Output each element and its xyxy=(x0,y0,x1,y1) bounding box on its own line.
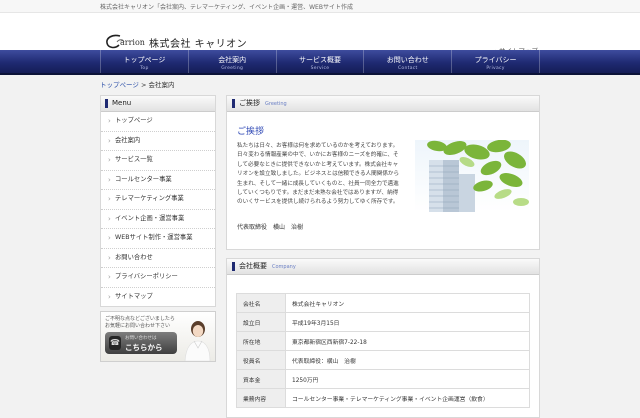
logo-text-en: arrion xyxy=(120,37,145,47)
sidebar-item-event[interactable]: イベント企画・運営事業 xyxy=(101,210,215,229)
breadcrumb-current: 会社案内 xyxy=(148,81,175,89)
greeting-body: 私たちは日々、お客様は何を求めているのかを考えております。日々変わる情報産業の中… xyxy=(237,143,400,206)
global-nav: トップページ Top 会社案内 Greeting サービス概要 Service お問い… xyxy=(0,50,640,75)
table-row: 役員名 代表取締役：横山 治樹 xyxy=(236,350,530,370)
operator-illustration xyxy=(184,321,211,361)
contact-banner-button[interactable]: ☎ お問い合わせは こちらから xyxy=(105,332,177,354)
site-header: arrion 株式会社 キャリオン ›サイトマップ xyxy=(0,13,640,55)
sidebar-item-callcenter[interactable]: コールセンター事業 xyxy=(101,171,215,190)
breadcrumb: トップページ > 会社案内 xyxy=(100,79,174,89)
sidebar-item-services[interactable]: サービス一覧 xyxy=(101,151,215,171)
company-section-title: 会社概要 xyxy=(239,262,267,270)
sidebar-menu-title: Menu xyxy=(101,96,215,112)
nav-item-service[interactable]: サービス概要 Service xyxy=(275,50,364,73)
table-row: 会社名 株式会社キャリオン xyxy=(236,293,530,313)
greeting-heading: ご挨拶 xyxy=(237,127,265,137)
contact-banner[interactable]: ご不明な点などございましたら お気軽にお問い合わせ下さい ☎ お問い合わせは こ… xyxy=(100,311,216,362)
building-photo xyxy=(415,140,529,212)
sidebar-menu: Menu トップページ 会社案内 サービス一覧 コールセンター事業 テレマーケテ… xyxy=(100,95,216,307)
banner-line-1: ご不明な点などございましたら xyxy=(105,316,175,322)
sidebar-item-privacy[interactable]: プライバシーポリシー xyxy=(101,268,215,288)
sidebar-item-company[interactable]: 会社案内 xyxy=(101,132,215,151)
sidebar-item-telemarketing[interactable]: テレマーケティング事業 xyxy=(101,190,215,210)
company-table: 会社名 株式会社キャリオン 設立日 平成19年3月15日 所在地 東京都新宿区西新宿7… xyxy=(236,293,530,408)
site-tagline: 株式会社キャリオン「会社案内、テレマーケティング、イベント企画・運営、WEBサイ… xyxy=(100,4,353,11)
banner-button-small: お問い合わせは xyxy=(125,336,157,341)
nav-item-company[interactable]: 会社案内 Greeting xyxy=(187,50,276,73)
sidebar-item-web[interactable]: WEBサイト制作・運営事業 xyxy=(101,229,215,249)
banner-button-big: こちらから xyxy=(125,343,163,352)
top-strip: 株式会社キャリオン「会社案内、テレマーケティング、イベント企画・運営、WEBサイ… xyxy=(0,0,640,13)
table-row: 資本金 1250万円 xyxy=(236,369,530,389)
table-row: 設立日 平成19年3月15日 xyxy=(236,312,530,332)
sidebar-item-top[interactable]: トップページ xyxy=(101,112,215,132)
breadcrumb-home-link[interactable]: トップページ xyxy=(100,81,139,89)
nav-item-top[interactable]: トップページ Top xyxy=(100,50,188,73)
sidebar-item-sitemap[interactable]: サイトマップ xyxy=(101,288,215,307)
table-row: 所在地 東京都新宿区西新宿7-22-18 xyxy=(236,331,530,351)
greeting-section: ご挨拶 Greeting ご挨拶 私たちは日々、お客様は何を求めているのかを考えて… xyxy=(226,95,540,250)
logo-text-jp: 株式会社 キャリオン xyxy=(148,38,248,50)
banner-line-2: お気軽にお問い合わせ下さい xyxy=(105,323,171,329)
logo[interactable]: arrion 株式会社 キャリオン xyxy=(104,33,247,51)
greeting-section-header: ご挨拶 Greeting xyxy=(227,96,539,112)
sidebar: Menu トップページ 会社案内 サービス一覧 コールセンター事業 テレマーケテ… xyxy=(100,95,216,362)
sidebar-item-contact[interactable]: お問い合わせ xyxy=(101,249,215,268)
company-section: 会社概要 Company 会社名 株式会社キャリオン 設立日 平成19年3月15日 所… xyxy=(226,258,540,418)
greeting-section-title: ご挨拶 xyxy=(239,99,260,107)
main-content: ご挨拶 Greeting ご挨拶 私たちは日々、お客様は何を求めているのかを考えて… xyxy=(226,95,540,418)
company-section-title-en: Company xyxy=(272,264,296,270)
table-row: 業務内容 コールセンター事業・テレマーケティング事業・イベント企画運営（飲食） xyxy=(236,388,530,408)
company-section-header: 会社概要 Company xyxy=(227,259,539,275)
nav-item-contact[interactable]: お問い合わせ Contact xyxy=(363,50,451,73)
greeting-signature: 代表取締役 横山 治樹 xyxy=(237,224,304,231)
greeting-section-title-en: Greeting xyxy=(265,101,287,107)
nav-item-privacy[interactable]: プライバシー Privacy xyxy=(451,50,540,73)
phone-icon: ☎ xyxy=(109,336,121,350)
